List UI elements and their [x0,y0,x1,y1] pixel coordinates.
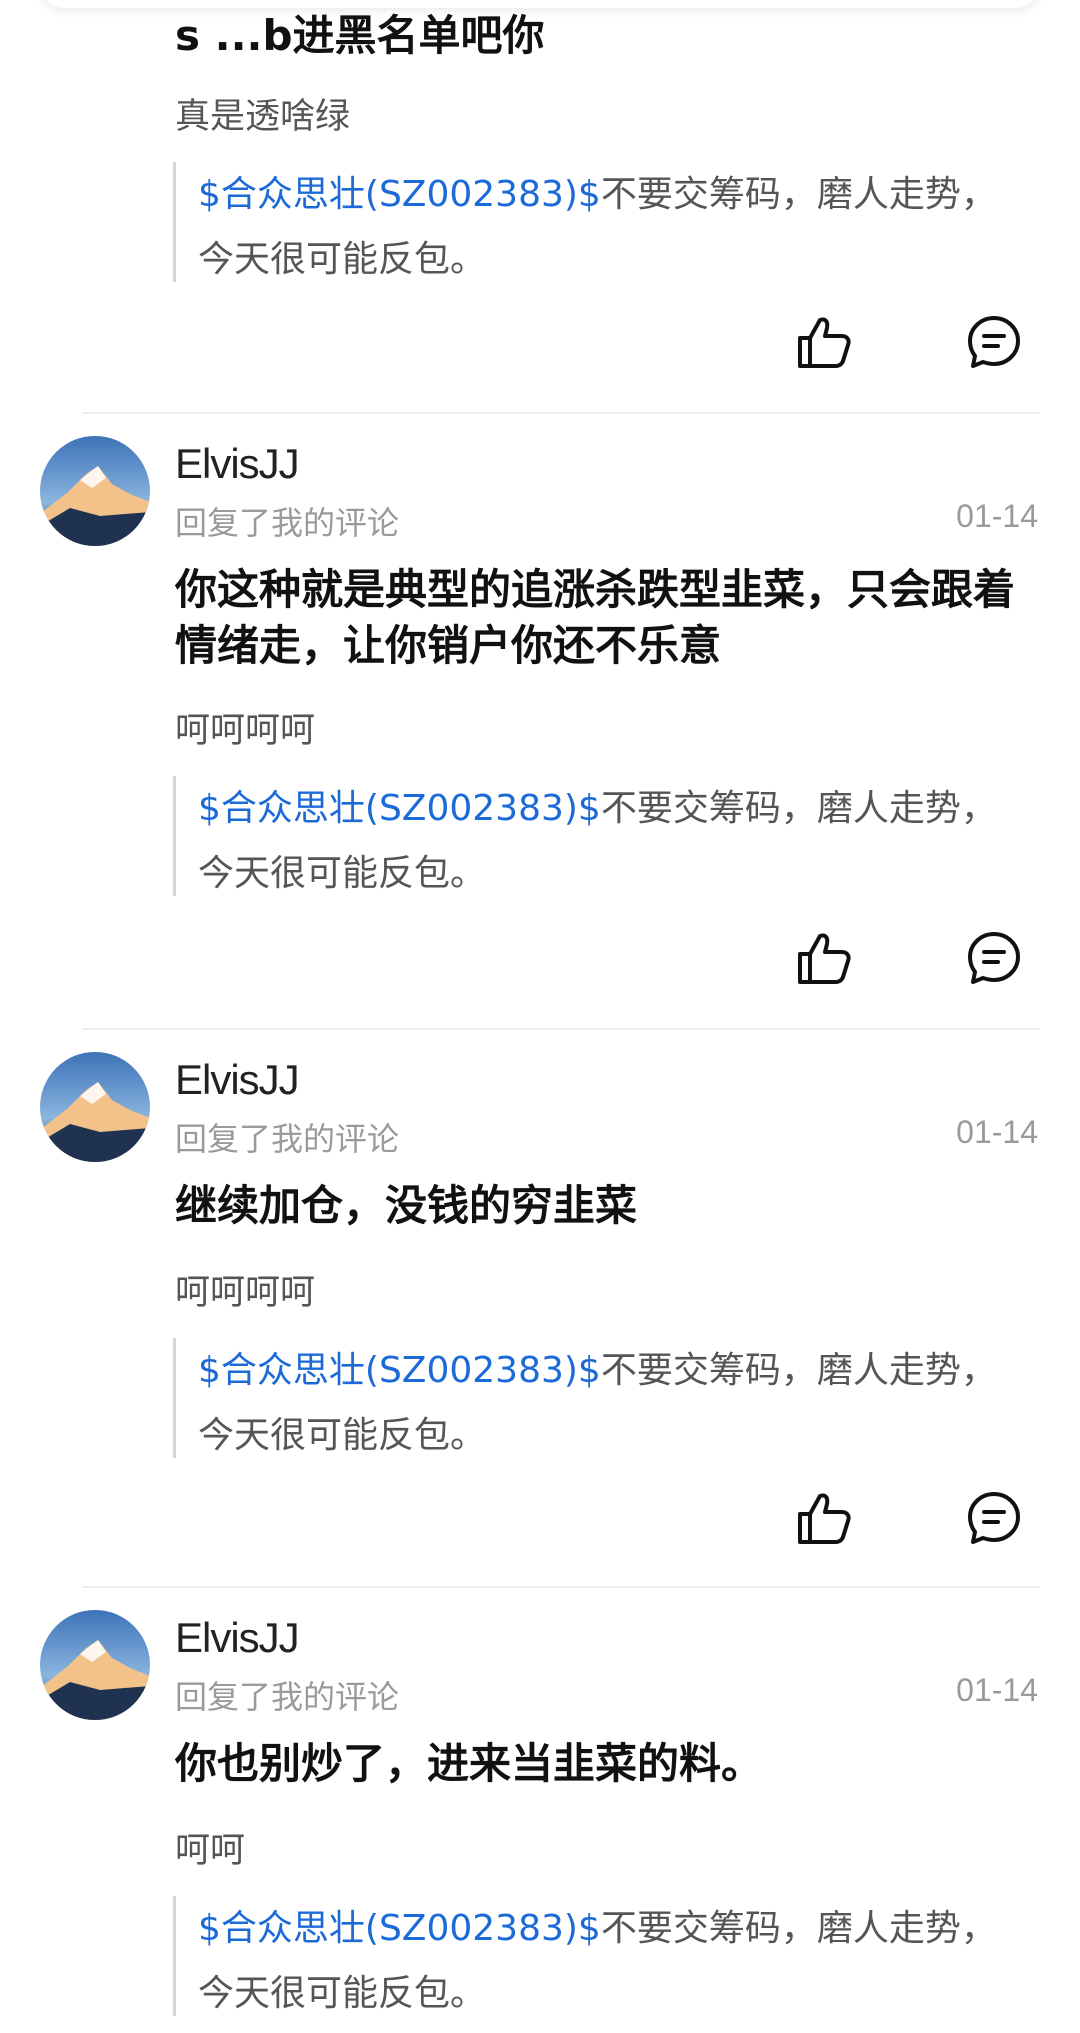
quoted-post[interactable]: $合众思壮(SZ002383)$不要交筹码，磨人走势，今天很可能反包。 [173,1896,1018,2016]
quoted-post[interactable]: $合众思壮(SZ002383)$不要交筹码，磨人走势，今天很可能反包。 [173,162,1018,282]
top-card-edge [40,0,1040,8]
comment-icon[interactable] [964,928,1024,988]
date: 01-14 [956,1672,1038,1708]
divider [82,412,1040,414]
stock-link[interactable]: $合众思壮(SZ002383)$ [198,788,601,829]
thumbs-up-icon[interactable] [794,312,854,372]
notification-type: 回复了我的评论 [175,1120,400,1158]
stock-link[interactable]: $合众思壮(SZ002383)$ [198,174,601,215]
stock-link[interactable]: $合众思壮(SZ002383)$ [198,1350,601,1391]
avatar[interactable] [40,1052,150,1162]
notification-type: 回复了我的评论 [175,504,400,542]
quoted-post[interactable]: $合众思壮(SZ002383)$不要交筹码，磨人走势，今天很可能反包。 [173,1338,1018,1458]
stock-link[interactable]: $合众思壮(SZ002383)$ [198,1908,601,1949]
avatar[interactable] [40,1610,150,1720]
notification-type: 回复了我的评论 [175,1678,400,1716]
reply-text: 真是透啥绿 [175,97,351,137]
comment-icon[interactable] [964,1488,1024,1548]
reply-text: 呵呵呵呵 [175,1273,316,1313]
reply-text: 呵呵 [175,1831,246,1871]
comment-text: 你也别炒了，进来当韭菜的料。 [175,1739,764,1788]
comment-text: 继续加仓，没钱的穷韭菜 [175,1181,638,1230]
thumbs-up-icon[interactable] [794,1488,854,1548]
thumbs-up-icon[interactable] [794,928,854,988]
username[interactable]: ElvisJJ [175,1614,300,1662]
date: 01-14 [956,498,1038,534]
divider [82,1586,1040,1588]
comment-text: 你这种就是典型的追涨杀跌型韭菜，只会跟着情绪走，让你销户你还不乐意 [175,565,1016,670]
reply-text: 呵呵呵呵 [175,711,316,751]
date: 01-14 [956,1114,1038,1150]
username[interactable]: ElvisJJ [175,1056,300,1104]
comment-text: s ...b进黑名单吧你 [175,11,545,60]
username[interactable]: ElvisJJ [175,440,300,488]
avatar[interactable] [40,436,150,546]
quoted-post[interactable]: $合众思壮(SZ002383)$不要交筹码，磨人走势，今天很可能反包。 [173,776,1018,896]
divider [82,1028,1040,1030]
comment-icon[interactable] [964,312,1024,372]
